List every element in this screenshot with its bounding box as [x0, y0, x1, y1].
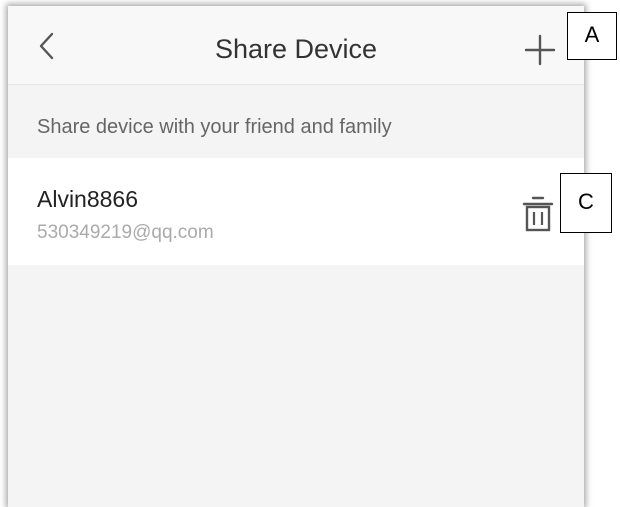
add-share-button[interactable] — [520, 30, 560, 70]
delete-share-button[interactable] — [520, 194, 556, 234]
shared-user-email: 530349219@qq.com — [37, 222, 214, 243]
share-description: Share device with your friend and family — [37, 116, 392, 138]
plus-icon — [524, 34, 556, 66]
trash-icon — [522, 196, 554, 232]
page-title: Share Device — [214, 34, 378, 64]
shared-user-name: Alvin8866 — [37, 186, 139, 212]
annotation-label-a: A — [567, 12, 617, 60]
shared-user-row: Alvin8866 530349219@qq.com — [8, 158, 584, 265]
screenshot-stage: Share Device Share device with your frie… — [0, 0, 620, 507]
nav-bar: Share Device — [8, 6, 584, 85]
annotation-label-c: C — [560, 173, 612, 233]
app-screen: Share Device Share device with your frie… — [8, 6, 584, 507]
